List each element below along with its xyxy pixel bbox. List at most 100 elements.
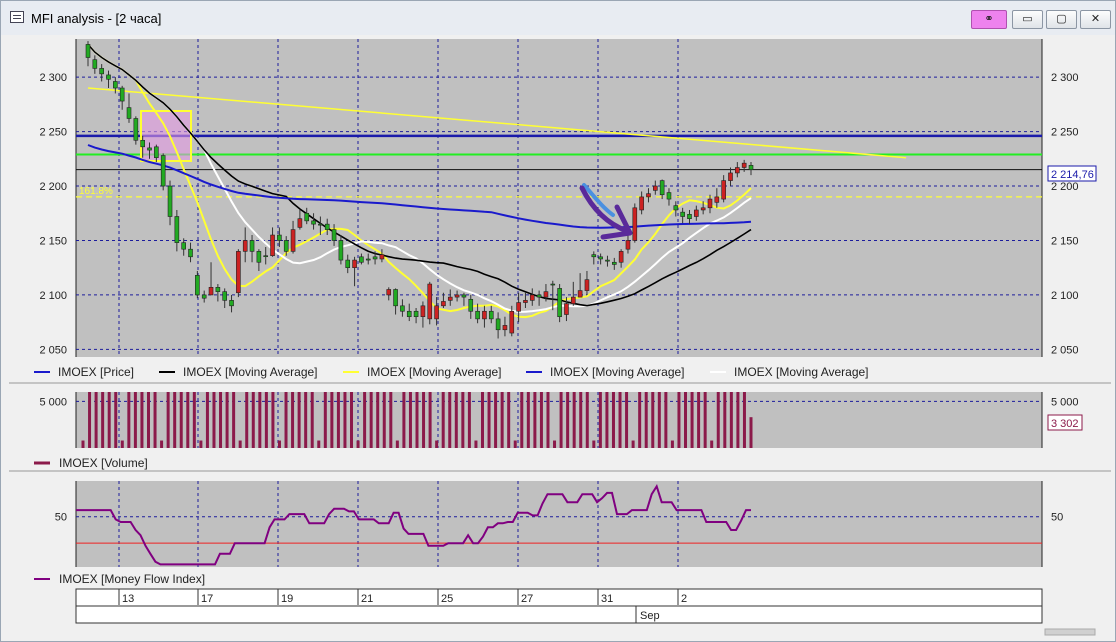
- volume-bar: [566, 392, 570, 448]
- candle-body: [721, 180, 726, 200]
- volume-tick-right: 5 000: [1051, 396, 1079, 408]
- volume-bar: [631, 440, 635, 448]
- candle-body: [140, 139, 145, 148]
- candle-body: [591, 254, 597, 258]
- volume-bar: [153, 392, 157, 448]
- candle-body: [215, 287, 221, 292]
- volume-bar: [618, 392, 622, 448]
- price-tick-right: 2 050: [1051, 344, 1079, 356]
- chart-area[interactable]: 2 300 2 300 2 250 2 250 2 200 2 200 2 150 2 150…: [1, 1, 1115, 641]
- volume-bar: [749, 417, 753, 448]
- volume-bar: [611, 392, 615, 448]
- candle-body: [181, 242, 186, 250]
- candle-body: [338, 240, 344, 261]
- volume-bar: [284, 392, 288, 448]
- x-tick-label: 2: [681, 593, 687, 605]
- mfi-tick-left: 50: [55, 512, 67, 524]
- mfi-tick-right: 50: [1051, 512, 1063, 524]
- volume-bar: [474, 440, 478, 448]
- price-tick-left: 2 250: [39, 127, 67, 139]
- volume-bar: [592, 440, 596, 448]
- candle-body: [208, 287, 214, 296]
- candle-body: [263, 255, 269, 258]
- volume-bar: [520, 392, 524, 448]
- candle-body: [297, 218, 303, 228]
- volume-bar: [716, 392, 720, 448]
- candle-body: [447, 296, 453, 301]
- candle-body: [468, 298, 474, 312]
- candle-body: [318, 223, 323, 226]
- volume-bar: [251, 392, 255, 448]
- current-price-label: 2 214,76: [1051, 169, 1094, 181]
- legend-label: IMOEX [Price]: [58, 365, 134, 379]
- volume-bar: [585, 392, 589, 448]
- candle-body: [99, 68, 104, 75]
- x-tick-label: 27: [521, 593, 533, 605]
- candle-body: [728, 172, 733, 181]
- volume-bar: [264, 392, 268, 448]
- volume-bar: [101, 392, 105, 448]
- candle-body: [345, 259, 351, 268]
- candle-body: [570, 296, 576, 304]
- candle-body: [126, 107, 132, 119]
- candle-body: [133, 118, 139, 141]
- volume-bar: [598, 392, 602, 448]
- candle-body: [618, 251, 624, 263]
- volume-bar: [166, 392, 170, 448]
- candle-body: [106, 74, 111, 80]
- candle-body: [502, 325, 508, 331]
- volume-bar: [553, 440, 557, 448]
- volume-bar: [225, 392, 229, 448]
- candle-body: [659, 180, 665, 196]
- candle-body: [92, 59, 98, 69]
- candle-body: [714, 196, 720, 203]
- candle-body: [413, 310, 419, 318]
- candle-body: [304, 212, 310, 222]
- volume-bar: [579, 392, 583, 448]
- volume-bar: [81, 440, 85, 448]
- volume-bar: [533, 392, 537, 448]
- price-tick-right: 2 100: [1051, 290, 1079, 302]
- candle-body: [605, 259, 610, 262]
- volume-bar: [526, 392, 530, 448]
- app-window: MFI analysis - [2 часа] ⚭ ▭ ▢ ✕ 2 300 2 3…: [0, 0, 1116, 642]
- volume-bar: [146, 392, 150, 448]
- candle-body: [427, 283, 433, 320]
- legend-label: IMOEX [Money Flow Index]: [59, 572, 205, 586]
- candle-body: [386, 289, 392, 296]
- volume-bar: [448, 392, 452, 448]
- volume-bar: [710, 440, 714, 448]
- volume-bar: [186, 392, 190, 448]
- volume-bar: [304, 392, 308, 448]
- volume-bar: [657, 392, 661, 448]
- volume-bar: [625, 392, 629, 448]
- volume-bar: [350, 392, 354, 448]
- candle-body: [277, 234, 282, 241]
- legend-label: IMOEX [Moving Average]: [734, 365, 869, 379]
- volume-bar: [638, 392, 642, 448]
- legend-label: IMOEX [Moving Average]: [550, 365, 685, 379]
- fib-label: 161.8%: [79, 186, 113, 197]
- volume-bar: [219, 392, 223, 448]
- candle-body: [557, 288, 562, 318]
- candle-body: [536, 294, 542, 298]
- candle-body: [598, 256, 603, 260]
- candle-body: [748, 165, 754, 170]
- volume-bar: [684, 392, 688, 448]
- candle-body: [434, 305, 439, 320]
- volume-bar: [245, 392, 249, 448]
- candle-body: [242, 240, 248, 252]
- candle-body: [577, 290, 583, 298]
- volume-bar: [664, 392, 668, 448]
- volume-bar: [507, 392, 511, 448]
- candle-body: [160, 155, 166, 187]
- volume-bar: [356, 440, 360, 448]
- volume-bar: [140, 392, 144, 448]
- volume-bar: [572, 392, 576, 448]
- volume-bar: [271, 392, 275, 448]
- candle-body: [461, 294, 467, 298]
- candle-body: [222, 291, 228, 301]
- candle-body: [611, 261, 617, 265]
- candle-body: [687, 214, 692, 219]
- candle-body: [420, 305, 426, 318]
